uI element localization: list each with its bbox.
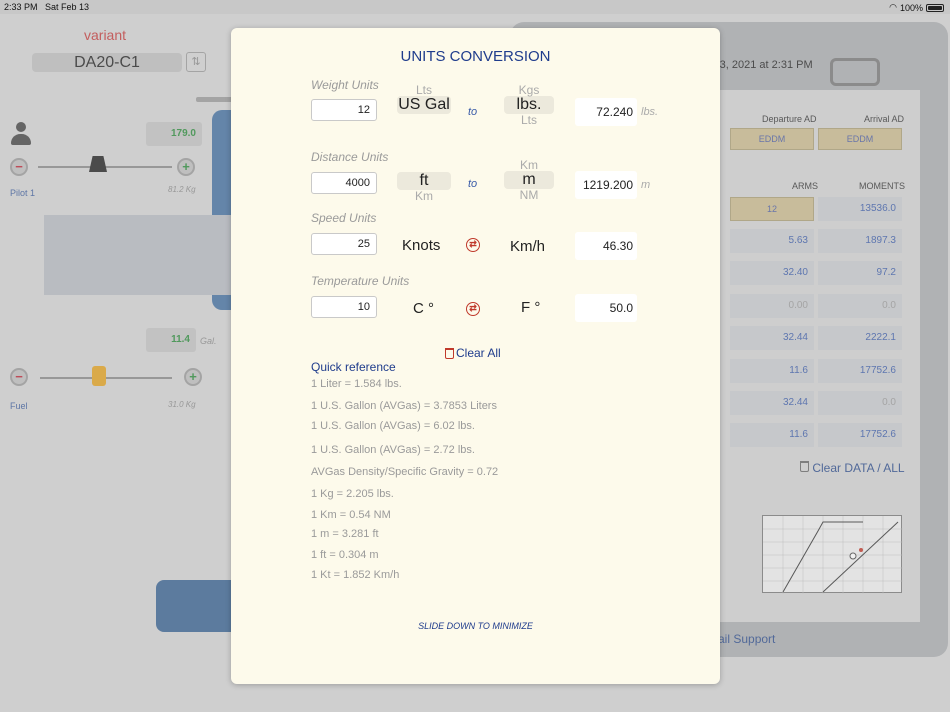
weight-units-label: Weight Units: [311, 78, 379, 92]
distance-from-selected: ft: [397, 172, 451, 190]
temperature-to-unit: F °: [521, 299, 541, 316]
status-bar: 2:33 PM Sat Feb 13 ◠ 100%: [0, 0, 950, 14]
temperature-input[interactable]: 10: [311, 296, 377, 318]
quick-reference-line: 1 Liter = 1.584 lbs.: [311, 378, 402, 390]
quick-reference-line: 1 ft = 0.304 m: [311, 549, 379, 561]
weight-to-picker[interactable]: Kgs lbs. Lts: [504, 84, 554, 128]
quick-reference-line: 1 Kg = 2.205 lbs.: [311, 488, 394, 500]
quick-reference-line: 1 m = 3.281 ft: [311, 528, 379, 540]
trash-icon: [445, 347, 454, 359]
speed-from-unit: Knots: [402, 237, 441, 254]
speed-input[interactable]: 25: [311, 233, 377, 255]
quick-reference-line: AVGas Density/Specific Gravity = 0.72: [311, 466, 499, 478]
slide-down-hint[interactable]: SLIDE DOWN TO MINIMIZE: [231, 621, 720, 631]
weight-from-picker[interactable]: Lts US Gal: [397, 84, 451, 128]
distance-from-option-below: Km: [415, 189, 433, 203]
weight-result: 72.240: [575, 98, 637, 126]
clear-all-button[interactable]: Clear All: [445, 346, 501, 360]
battery-icon: [926, 3, 944, 12]
distance-to-selected: m: [504, 171, 554, 189]
distance-result: 1219.200: [575, 171, 637, 199]
quick-reference-line: 1 U.S. Gallon (AVGas) = 2.72 lbs.: [311, 444, 475, 456]
quick-reference-line: 1 U.S. Gallon (AVGas) = 6.02 lbs.: [311, 420, 475, 432]
distance-to-option-above: Km: [520, 159, 538, 172]
speed-units-label: Speed Units: [311, 211, 377, 225]
status-date: Sat Feb 13: [45, 2, 90, 12]
modal-title: UNITS CONVERSION: [400, 48, 551, 65]
weight-input[interactable]: 12: [311, 99, 377, 121]
clear-all-label: Clear All: [456, 346, 501, 360]
distance-units-label: Distance Units: [311, 150, 389, 164]
weight-to-label: to: [468, 106, 478, 118]
weight-result-unit: lbs.: [641, 106, 659, 118]
weight-from-option-above: Lts: [415, 84, 432, 97]
weight-to-selected: lbs.: [504, 96, 554, 114]
weight-from-selected: US Gal: [397, 96, 451, 114]
speed-result: 46.30: [575, 232, 637, 260]
distance-to-picker[interactable]: Km m NM: [504, 159, 554, 203]
temperature-from-unit: C °: [413, 300, 434, 317]
distance-to-option-below: NM: [519, 188, 539, 202]
quick-reference-line: 1 U.S. Gallon (AVGas) = 3.7853 Liters: [311, 400, 497, 412]
distance-result-unit: m: [641, 179, 651, 191]
weight-to-option-below: Lts: [520, 113, 537, 127]
wifi-icon: ◠: [889, 2, 897, 12]
weight-to-option-above: Kgs: [518, 84, 540, 97]
distance-from-picker[interactable]: ft Km: [397, 172, 451, 216]
status-time: 2:33 PM: [4, 2, 38, 12]
speed-to-unit: Km/h: [510, 238, 546, 255]
quick-reference-line: 1 Km = 0.54 NM: [311, 509, 391, 521]
distance-to-label: to: [468, 178, 478, 190]
distance-input[interactable]: 4000: [311, 172, 377, 194]
quick-reference-title: Quick reference: [311, 360, 396, 374]
temperature-swap-icon[interactable]: ⇄: [466, 302, 480, 316]
speed-swap-icon[interactable]: ⇄: [466, 238, 480, 252]
quick-reference-line: 1 Kt = 1.852 Km/h: [311, 569, 400, 581]
status-right: ◠ 100%: [889, 2, 944, 13]
units-conversion-modal: UNITS CONVERSION Weight Units 12 Lts US …: [231, 28, 720, 684]
temperature-result: 50.0: [575, 294, 637, 322]
battery-percent: 100%: [899, 2, 923, 13]
temperature-units-label: Temperature Units: [311, 274, 410, 288]
